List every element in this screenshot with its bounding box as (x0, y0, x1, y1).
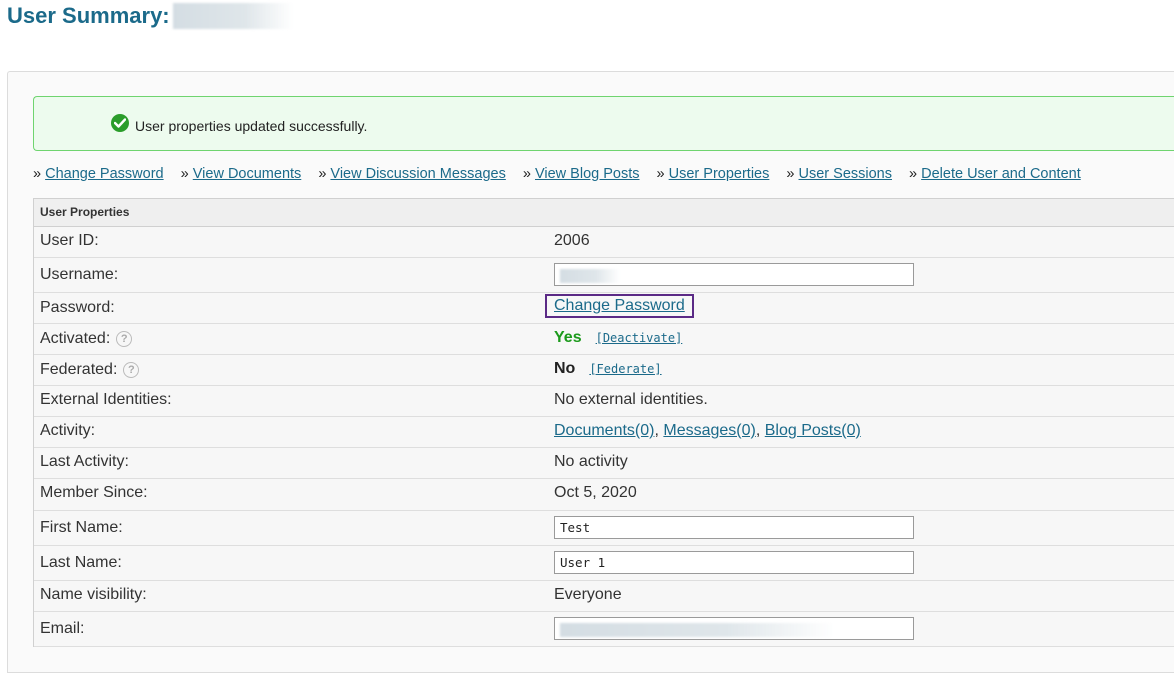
view-blog-posts-link[interactable]: View Blog Posts (535, 166, 640, 182)
view-discussion-messages-link[interactable]: View Discussion Messages (330, 166, 505, 182)
nav-item-delete-user: » Delete User and Content (909, 166, 1081, 182)
activated-label-wrap: Activated:? (40, 330, 133, 348)
user-properties-link[interactable]: User Properties (669, 166, 770, 182)
federated-label: Federated: (40, 361, 118, 378)
email-label: Email: (40, 620, 85, 637)
email-field[interactable] (554, 617, 914, 640)
nav-bullet: » (180, 166, 189, 182)
nav-item-change-password: » Change Password (33, 166, 164, 182)
first-name-field[interactable]: Test (554, 516, 914, 539)
federated-value-wrap: No [Federate] (554, 360, 662, 378)
activity-value: Documents(0), Messages(0), Blog Posts(0) (554, 422, 861, 439)
row-last-activity: Last Activity: No activity (34, 448, 1174, 479)
last-activity-label: Last Activity: (40, 453, 129, 470)
help-icon[interactable]: ? (123, 362, 140, 378)
user-id-label: User ID: (40, 232, 99, 249)
row-first-name: First Name: Test (34, 511, 1174, 546)
nav-bullet: » (786, 166, 795, 182)
delete-user-and-content-link[interactable]: Delete User and Content (921, 166, 1081, 182)
redacted-username-value (560, 268, 620, 283)
row-email: Email: (34, 612, 1174, 647)
row-name-visibility: Name visibility: Everyone (34, 581, 1174, 612)
messages-count-link[interactable]: Messages(0) (663, 422, 755, 439)
row-activity: Activity: Documents(0), Messages(0), Blo… (34, 417, 1174, 448)
row-activated: Activated:? Yes [Deactivate] (34, 324, 1174, 355)
user-sessions-link[interactable]: User Sessions (799, 166, 892, 182)
change-password-link[interactable]: Change Password (45, 166, 164, 182)
change-password-highlight: Change Password (545, 294, 694, 318)
row-external-identities: External Identities: No external identit… (34, 386, 1174, 417)
success-message: User properties updated successfully. (135, 118, 368, 134)
nav-item-view-discussion-messages: » View Discussion Messages (318, 166, 506, 182)
page-title: User Summary: (7, 3, 293, 29)
activity-label: Activity: (40, 422, 96, 439)
nav-item-view-documents: » View Documents (181, 166, 302, 182)
last-activity-value: No activity (554, 453, 628, 470)
external-identities-value: No external identities. (554, 391, 708, 408)
page-title-text: User Summary: (7, 3, 170, 28)
member-since-label: Member Since: (40, 484, 148, 501)
activated-value: Yes (554, 329, 582, 346)
documents-count-link[interactable]: Documents(0) (554, 422, 654, 439)
deactivate-link[interactable]: [Deactivate] (596, 331, 683, 345)
nav-item-user-properties: » User Properties (657, 166, 770, 182)
federated-label-wrap: Federated:? (40, 361, 140, 379)
user-actions-nav: » Change Password » View Documents » Vie… (33, 166, 1094, 182)
name-visibility-label: Name visibility: (40, 586, 147, 603)
user-id-value: 2006 (554, 232, 590, 249)
change-password-row-link[interactable]: Change Password (554, 297, 685, 314)
federated-value: No (554, 360, 576, 377)
member-since-value: Oct 5, 2020 (554, 484, 637, 501)
username-label: Username: (40, 266, 119, 283)
blog-posts-count-link[interactable]: Blog Posts(0) (765, 422, 861, 439)
activated-label: Activated: (40, 330, 111, 347)
external-identities-label: External Identities: (40, 391, 172, 408)
nav-bullet: » (522, 166, 531, 182)
row-user-id: User ID: 2006 (34, 227, 1174, 258)
last-name-field[interactable]: User 1 (554, 551, 914, 574)
help-icon[interactable]: ? (116, 331, 133, 347)
password-label: Password: (40, 299, 115, 316)
user-properties-table: User Properties User ID: 2006 Username: … (33, 198, 1174, 647)
nav-bullet: » (33, 166, 42, 182)
check-circle-icon (111, 114, 129, 132)
last-name-label: Last Name: (40, 554, 122, 571)
password-value: Change Password (545, 294, 694, 318)
redacted-email-value (560, 622, 835, 637)
view-documents-link[interactable]: View Documents (193, 166, 302, 182)
table-header: User Properties (34, 199, 1174, 227)
row-federated: Federated:? No [Federate] (34, 355, 1174, 386)
row-username: Username: (34, 258, 1174, 293)
success-alert: User properties updated successfully. (33, 96, 1174, 151)
activated-value-wrap: Yes [Deactivate] (554, 329, 682, 347)
nav-bullet: » (909, 166, 918, 182)
nav-item-user-sessions: » User Sessions (786, 166, 892, 182)
nav-item-view-blog-posts: » View Blog Posts (523, 166, 640, 182)
first-name-label: First Name: (40, 519, 123, 536)
federate-link[interactable]: [Federate] (589, 362, 661, 376)
row-member-since: Member Since: Oct 5, 2020 (34, 479, 1174, 511)
row-password: Password: Change Password (34, 293, 1174, 324)
redacted-username (172, 3, 293, 29)
name-visibility-value: Everyone (554, 586, 622, 603)
nav-bullet: » (318, 166, 327, 182)
row-last-name: Last Name: User 1 (34, 546, 1174, 581)
username-field[interactable] (554, 263, 914, 286)
nav-bullet: » (656, 166, 665, 182)
